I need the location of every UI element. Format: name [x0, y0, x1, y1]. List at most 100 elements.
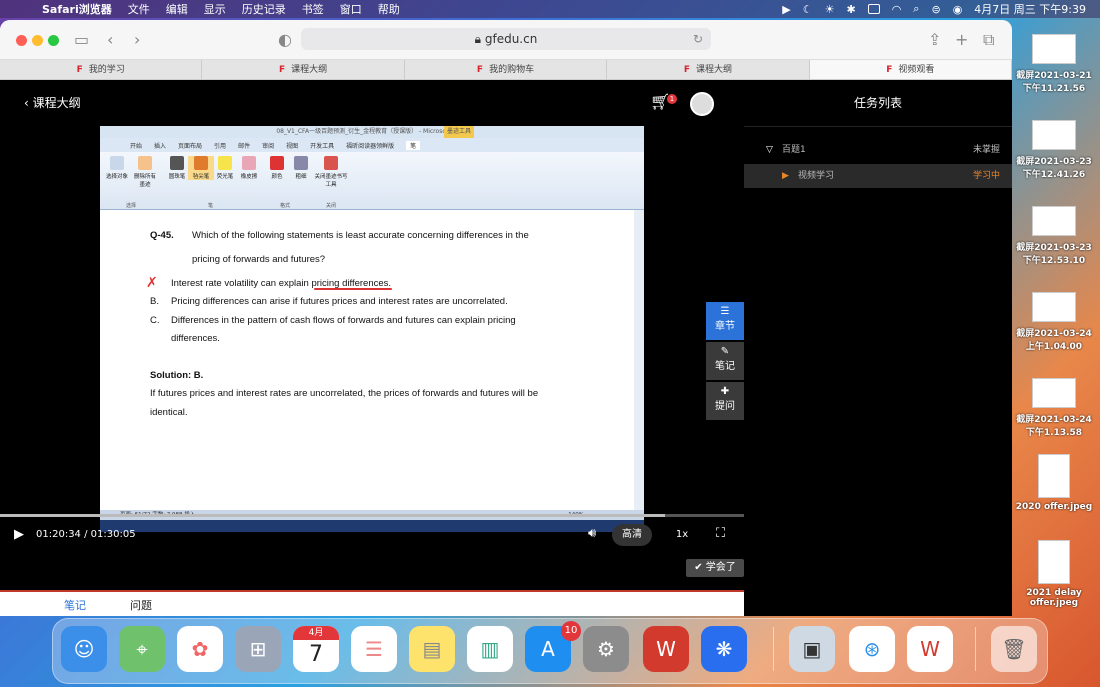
- privacy-shield-icon[interactable]: ◐: [278, 30, 292, 49]
- learned-button[interactable]: ✔ 学会了: [686, 559, 744, 577]
- ribbon-eraser: 橡皮擦: [236, 156, 262, 180]
- trash-icon[interactable]: 🗑︎: [991, 626, 1037, 672]
- progress-bar[interactable]: [0, 514, 744, 517]
- tab-questions[interactable]: 问题: [130, 597, 152, 613]
- fullscreen-icon[interactable]: ⛶: [716, 526, 725, 541]
- dock-separator: [975, 627, 976, 671]
- battery-icon[interactable]: [867, 4, 880, 14]
- quality-button[interactable]: 高清: [612, 524, 652, 546]
- menu-file[interactable]: 文件: [128, 1, 150, 17]
- volume-icon[interactable]: 🔊︎: [588, 526, 596, 541]
- word-tab: 页面布局: [178, 142, 203, 150]
- desktop-file[interactable]: 截屏2021-03-23 下午12.41.26: [1014, 120, 1094, 180]
- tab-notes[interactable]: 笔记: [64, 597, 86, 613]
- screenshot-thumbnail: [1032, 378, 1076, 408]
- player-header: ‹ 课程大纲 🛒︎ 1: [0, 80, 744, 126]
- ribbon-group-label: 格式: [280, 203, 291, 209]
- tab-my-learning[interactable]: F 我的学习: [0, 60, 203, 79]
- ribbon-label: 毡尖笔: [192, 174, 210, 180]
- gfedu-logo-icon: F: [279, 65, 286, 75]
- control-center-icon[interactable]: ⊜: [931, 3, 940, 16]
- maps-icon[interactable]: ⌖: [119, 626, 165, 672]
- close-window-button[interactable]: [16, 35, 27, 46]
- finder-icon[interactable]: ☺: [61, 626, 107, 672]
- calendar-icon[interactable]: 4月 7: [293, 626, 339, 672]
- menu-window[interactable]: 窗口: [340, 1, 362, 17]
- ribbon-select-object: 选择对象: [104, 156, 130, 180]
- tab-video[interactable]: F 视频观看: [809, 60, 1012, 79]
- menu-app-name[interactable]: Safari浏览器: [42, 1, 112, 17]
- share-icon[interactable]: ⇪: [928, 30, 941, 49]
- preview-icon[interactable]: ▣: [789, 626, 835, 672]
- spotlight-search-icon[interactable]: ⌕: [913, 2, 919, 16]
- photos-icon[interactable]: ✿: [177, 626, 223, 672]
- video-frame[interactable]: 08_V1_CFA一级百题预测_衍生_金程教育（授课版） - Microsoft…: [100, 126, 644, 532]
- eraser-icon: [242, 156, 256, 170]
- url-text: gfedu.cn: [484, 32, 538, 46]
- option-c-1: Differences in the pattern of cash flows…: [171, 315, 516, 326]
- menu-bookmarks[interactable]: 书签: [302, 1, 324, 17]
- sidebar-icon[interactable]: ▭: [74, 30, 89, 49]
- play-icon[interactable]: ▶: [14, 527, 24, 542]
- menu-help[interactable]: 帮助: [378, 1, 400, 17]
- desktop-file[interactable]: 截屏2021-03-23 下午12.53.10: [1014, 206, 1094, 266]
- word-scrollbar: [634, 210, 644, 510]
- wps-office-icon[interactable]: W: [643, 626, 689, 672]
- menu-edit[interactable]: 编辑: [166, 1, 188, 17]
- player-controls: ▶ 01:20:34 / 01:30:05 🔊︎ 高清 1x ⛶: [0, 514, 744, 556]
- word-title-bar: 08_V1_CFA一级百题预测_衍生_金程教育（授课版） - Microsoft…: [100, 126, 644, 138]
- desktop-file[interactable]: 2020 offer.jpeg: [1014, 454, 1094, 512]
- speed-button[interactable]: 1x: [666, 524, 698, 546]
- bluetooth-icon[interactable]: ✱: [846, 3, 855, 16]
- launchpad-icon[interactable]: ⊞: [235, 626, 281, 672]
- play-status-icon[interactable]: ▶: [782, 3, 790, 16]
- back-nav-icon[interactable]: ‹: [107, 30, 113, 49]
- desktop-file[interactable]: 截屏2021-03-24 上午1.04.00: [1014, 292, 1094, 352]
- reminders-icon[interactable]: ☰: [351, 626, 397, 672]
- tab-cart[interactable]: F 我的购物车: [405, 60, 608, 79]
- highlighter-icon: [218, 156, 232, 170]
- ribbon-label: 橡皮擦: [240, 174, 258, 180]
- minimize-window-button[interactable]: [32, 35, 43, 46]
- lark-icon[interactable]: ❋: [701, 626, 747, 672]
- option-c-label: C.: [150, 315, 160, 326]
- address-bar[interactable]: 🔒︎ gfedu.cn ↻: [301, 28, 711, 50]
- tab-syllabus-2[interactable]: F 课程大纲: [607, 60, 810, 79]
- desktop-file[interactable]: 截屏2021-03-21 下午11.21.56: [1014, 34, 1094, 94]
- desktop-file[interactable]: 2021 delay offer.jpeg: [1014, 540, 1094, 608]
- ask-button[interactable]: ✚ 提问: [706, 382, 744, 420]
- moon-icon[interactable]: ☾: [803, 3, 813, 16]
- safari-icon[interactable]: ⊛: [849, 626, 895, 672]
- word-tab: 开始: [130, 142, 143, 150]
- desktop-file[interactable]: 截屏2021-03-24 下午1.13.58: [1014, 378, 1094, 438]
- task-section[interactable]: ▽ 百题1 未掌握: [744, 138, 1012, 162]
- zoom-window-button[interactable]: [48, 35, 59, 46]
- back-to-syllabus-link[interactable]: ‹ 课程大纲: [24, 94, 81, 111]
- ribbon-group-label: 笔: [208, 203, 214, 209]
- wifi-icon[interactable]: ◠: [892, 3, 902, 16]
- notes-button[interactable]: ✎ 笔记: [706, 342, 744, 380]
- avatar[interactable]: [690, 92, 714, 116]
- menu-history[interactable]: 历史记录: [242, 1, 286, 17]
- wps-icon[interactable]: W: [907, 626, 953, 672]
- status-area: ▶ ☾ ☀ ✱ ◠ ⌕ ⊜ ◉ 4月7日 周三 下午9:39: [782, 0, 1100, 18]
- ask-label: 提问: [715, 401, 735, 412]
- sun-icon[interactable]: ☀: [825, 3, 835, 16]
- tab-syllabus-1[interactable]: F 课程大纲: [202, 60, 405, 79]
- new-tab-icon[interactable]: +: [955, 30, 968, 49]
- option-c-2: differences.: [171, 333, 220, 344]
- menu-view[interactable]: 显示: [204, 1, 226, 17]
- forward-nav-icon[interactable]: ›: [134, 30, 140, 49]
- siri-icon[interactable]: ◉: [953, 3, 963, 16]
- menubar-clock[interactable]: 4月7日 周三 下午9:39: [974, 1, 1086, 17]
- reload-icon[interactable]: ↻: [693, 28, 703, 50]
- notes-icon[interactable]: ▤: [409, 626, 455, 672]
- tab-overview-icon[interactable]: ⧉: [983, 30, 994, 50]
- chapters-button[interactable]: ☰ 章节: [706, 302, 744, 340]
- task-item[interactable]: ▶ 视频学习 学习中: [744, 164, 1012, 188]
- ribbon-label: 关闭墨迹书写工具: [314, 174, 348, 188]
- thickness-icon: [294, 156, 308, 170]
- numbers-icon[interactable]: ▥: [467, 626, 513, 672]
- system-preferences-icon[interactable]: ⚙: [583, 626, 629, 672]
- document-thumbnail: [1038, 454, 1070, 498]
